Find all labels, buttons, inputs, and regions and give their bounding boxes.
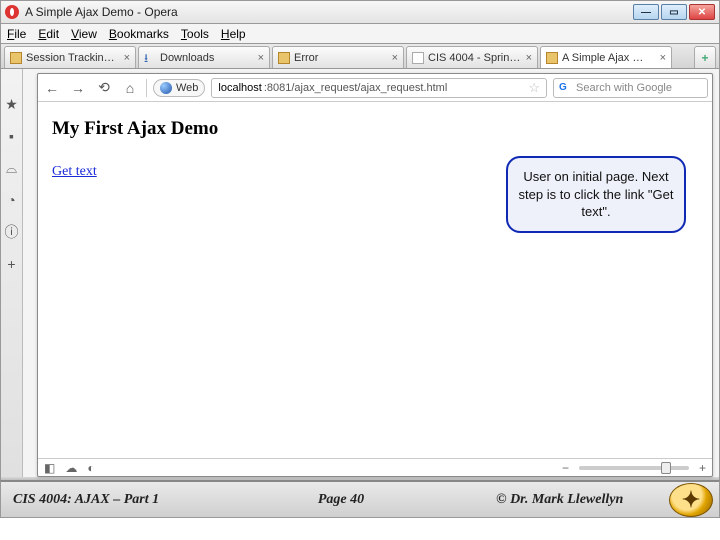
favicon-icon [278,52,290,64]
scheme-badge[interactable]: Web [153,79,205,97]
menu-help[interactable]: Help [221,27,246,41]
tab-label: Session Trackin… [26,52,120,64]
status-bar: ◧ ☁ ◐ − + [38,458,712,476]
side-panel: ★ ▪ ⌓ ◔ ⓘ + [1,69,23,477]
download-icon: ⭳ [144,52,156,64]
turbo-icon[interactable]: ◐ [87,461,94,475]
address-toolbar: ← → ⟲ ⌂ Web localhost:8081/ajax_request/… [38,74,712,102]
tab-label: CIS 4004 - Sprin… [428,52,522,64]
note-icon[interactable]: ▪ [5,129,19,143]
home-button[interactable]: ⌂ [120,78,140,98]
favicon-icon [10,52,22,64]
search-input[interactable]: Search with Google [553,78,708,98]
search-placeholder: Search with Google [576,82,672,94]
history-icon[interactable]: ◔ [5,193,19,207]
url-input[interactable]: localhost:8081/ajax_request/ajax_request… [211,78,547,98]
page-heading: My First Ajax Demo [52,118,698,140]
menu-edit[interactable]: Edit [38,27,59,41]
tab-label: Error [294,52,388,64]
close-icon[interactable]: × [258,52,264,64]
close-icon[interactable]: × [660,52,666,64]
slide-footer: CIS 4004: AJAX – Part 1 Page 40 © Dr. Ma… [0,480,720,518]
forward-button[interactable]: → [68,78,88,98]
url-rest: :8081/ajax_request/ajax_request.html [264,82,447,94]
close-icon[interactable]: × [124,52,130,64]
headphones-icon[interactable]: ⌓ [5,161,19,175]
menu-view[interactable]: View [71,27,97,41]
instruction-callout: User on initial page. Next step is to cl… [506,156,686,233]
panel-toggle-icon[interactable]: ◧ [44,461,55,475]
add-panel-icon[interactable]: + [5,257,19,271]
page-icon [412,52,424,64]
tab-strip: Session Trackin… × ⭳ Downloads × Error ×… [0,44,720,69]
menu-tools[interactable]: Tools [181,27,209,41]
favicon-icon [546,52,558,64]
ucf-pegasus-logo: ✦ [669,483,713,517]
tab-label: Downloads [160,52,254,64]
page-body: My First Ajax Demo Get text User on init… [38,102,712,458]
sync-icon[interactable]: ☁ [65,461,77,475]
tab-ajax-demo[interactable]: A Simple Ajax … × [540,46,672,68]
scheme-label: Web [176,82,198,94]
info-icon[interactable]: ⓘ [5,225,19,239]
page-frame: ← → ⟲ ⌂ Web localhost:8081/ajax_request/… [37,73,713,477]
menu-bookmarks[interactable]: Bookmarks [109,27,169,41]
new-tab-button[interactable]: + [694,46,716,68]
maximize-button[interactable]: ▭ [661,4,687,20]
minimize-button[interactable]: — [633,4,659,20]
menu-file[interactable]: File [7,27,26,41]
zoom-out-button[interactable]: − [562,461,569,475]
zoom-in-button[interactable]: + [699,461,706,475]
bookmark-star-icon[interactable]: ☆ [528,80,540,96]
content-area: ← → ⟲ ⌂ Web localhost:8081/ajax_request/… [23,69,719,477]
window-controls: — ▭ ✕ [633,4,715,20]
separator [146,79,147,97]
back-button[interactable]: ← [42,78,62,98]
url-host: localhost [218,82,261,94]
zoom-slider[interactable] [579,466,689,470]
get-text-link[interactable]: Get text [52,164,97,179]
menu-bar: File Edit View Bookmarks Tools Help [0,24,720,44]
footer-left: CIS 4004: AJAX – Part 1 [1,492,232,508]
star-icon[interactable]: ★ [5,97,19,111]
footer-right: © Dr. Mark Llewellyn [450,492,669,508]
zoom-thumb[interactable] [661,462,671,474]
opera-icon [5,5,19,19]
window-title: A Simple Ajax Demo - Opera [25,5,633,19]
close-icon[interactable]: × [526,52,532,64]
google-icon [559,82,571,94]
tab-error[interactable]: Error × [272,46,404,68]
window-titlebar: A Simple Ajax Demo - Opera — ▭ ✕ [0,0,720,24]
close-button[interactable]: ✕ [689,4,715,20]
tab-session-tracking[interactable]: Session Trackin… × [4,46,136,68]
workspace: ★ ▪ ⌓ ◔ ⓘ + ← → ⟲ ⌂ Web localhost:8081/a… [0,69,720,477]
tab-cis4004[interactable]: CIS 4004 - Sprin… × [406,46,538,68]
footer-center: Page 40 [232,492,451,508]
tab-label: A Simple Ajax … [562,52,656,64]
reload-button[interactable]: ⟲ [94,78,114,98]
close-icon[interactable]: × [392,52,398,64]
globe-icon [160,82,172,94]
tab-downloads[interactable]: ⭳ Downloads × [138,46,270,68]
